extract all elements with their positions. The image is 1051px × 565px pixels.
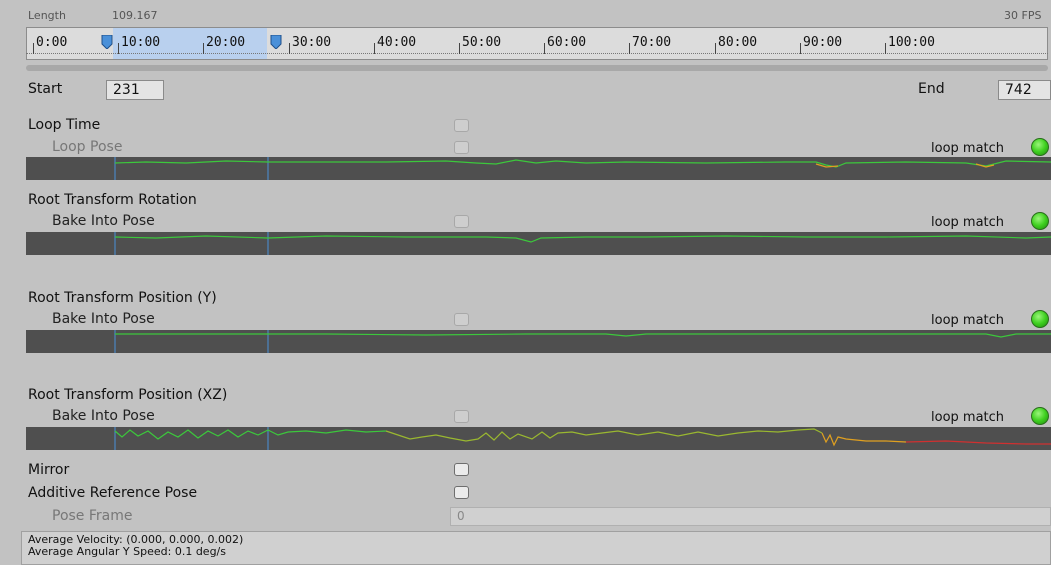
ruler-tick: [289, 43, 290, 54]
length-label: Length: [28, 9, 66, 22]
root-position-y-label: Root Transform Position (Y): [28, 290, 217, 306]
ruler-tick-label: 50:00: [462, 35, 502, 50]
average-angular-speed-text: Average Angular Y Speed: 0.1 deg/s: [28, 545, 226, 558]
ruler-tick: [459, 43, 460, 54]
start-frame-input[interactable]: 231: [106, 80, 164, 100]
root-rotation-bake-label: Bake Into Pose: [52, 213, 155, 229]
loop-pose-checkbox[interactable]: [454, 141, 469, 154]
loop-pose-label: Loop Pose: [52, 139, 123, 155]
ruler-tick: [374, 43, 375, 54]
root-position-y-bake-label: Bake Into Pose: [52, 311, 155, 327]
root-position-xz-bake-label: Bake Into Pose: [52, 408, 155, 424]
ruler-tick: [800, 43, 801, 54]
ruler-tick: [885, 43, 886, 54]
start-marker-icon[interactable]: [101, 35, 113, 49]
fps-label: 30 FPS: [1004, 9, 1042, 22]
ruler-tick-label: 100:00: [888, 35, 935, 50]
root-position-xz-match-indicator-icon: [1031, 407, 1049, 425]
ruler-tick: [629, 43, 630, 54]
root-rotation-loop-match-label: loop match: [931, 215, 1005, 230]
ruler-tick: [118, 43, 119, 54]
end-label: End: [918, 81, 945, 97]
ruler-tick-label: 60:00: [547, 35, 587, 50]
ruler-tick-label: 80:00: [718, 35, 758, 50]
root-position-y-loop-match-label: loop match: [931, 313, 1005, 328]
mirror-checkbox[interactable]: [454, 463, 469, 476]
loop-time-checkbox[interactable]: [454, 119, 469, 132]
ruler-tick: [203, 43, 204, 54]
ruler-tick-label: 20:00: [206, 35, 246, 50]
loop-pose-curve: [26, 157, 1051, 180]
loop-time-label: Loop Time: [28, 117, 101, 133]
mirror-label: Mirror: [28, 462, 70, 478]
root-position-y-match-indicator-icon: [1031, 310, 1049, 328]
root-rotation-label: Root Transform Rotation: [28, 192, 197, 208]
ruler-baseline: [26, 53, 1048, 54]
ruler-tick-label: 70:00: [632, 35, 672, 50]
ruler-tick: [544, 43, 545, 54]
root-position-y-curve: [26, 330, 1051, 353]
root-rotation-bake-checkbox[interactable]: [454, 215, 469, 228]
end-frame-input[interactable]: 742: [998, 80, 1051, 100]
root-position-xz-loop-match-label: loop match: [931, 410, 1005, 425]
additive-reference-pose-checkbox[interactable]: [454, 486, 469, 499]
root-position-xz-bake-checkbox[interactable]: [454, 410, 469, 423]
ruler-tick: [715, 43, 716, 54]
ruler-tick-label: 10:00: [121, 35, 161, 50]
loop-match-label: loop match: [931, 141, 1005, 156]
ruler-tick: [33, 43, 34, 54]
length-value: 109.167: [112, 9, 158, 22]
pose-frame-label: Pose Frame: [52, 508, 133, 524]
pose-frame-input[interactable]: 0: [450, 507, 1051, 526]
end-marker-icon[interactable]: [270, 35, 282, 49]
root-position-y-bake-checkbox[interactable]: [454, 313, 469, 326]
additive-reference-pose-label: Additive Reference Pose: [28, 485, 198, 501]
motion-stats-box: Average Velocity: (0.000, 0.000, 0.002) …: [21, 531, 1051, 565]
root-rotation-match-indicator-icon: [1031, 212, 1049, 230]
start-label: Start: [28, 81, 63, 97]
root-position-xz-curve: [26, 427, 1051, 450]
root-rotation-curve: [26, 232, 1051, 255]
timeline-scrollbar[interactable]: [26, 65, 1048, 71]
ruler-tick-label: 0:00: [36, 35, 68, 50]
root-position-xz-label: Root Transform Position (XZ): [28, 387, 228, 403]
ruler-tick-label: 40:00: [377, 35, 417, 50]
ruler-tick-label: 90:00: [803, 35, 843, 50]
loop-match-indicator-icon: [1031, 138, 1049, 156]
ruler-tick-label: 30:00: [292, 35, 332, 50]
